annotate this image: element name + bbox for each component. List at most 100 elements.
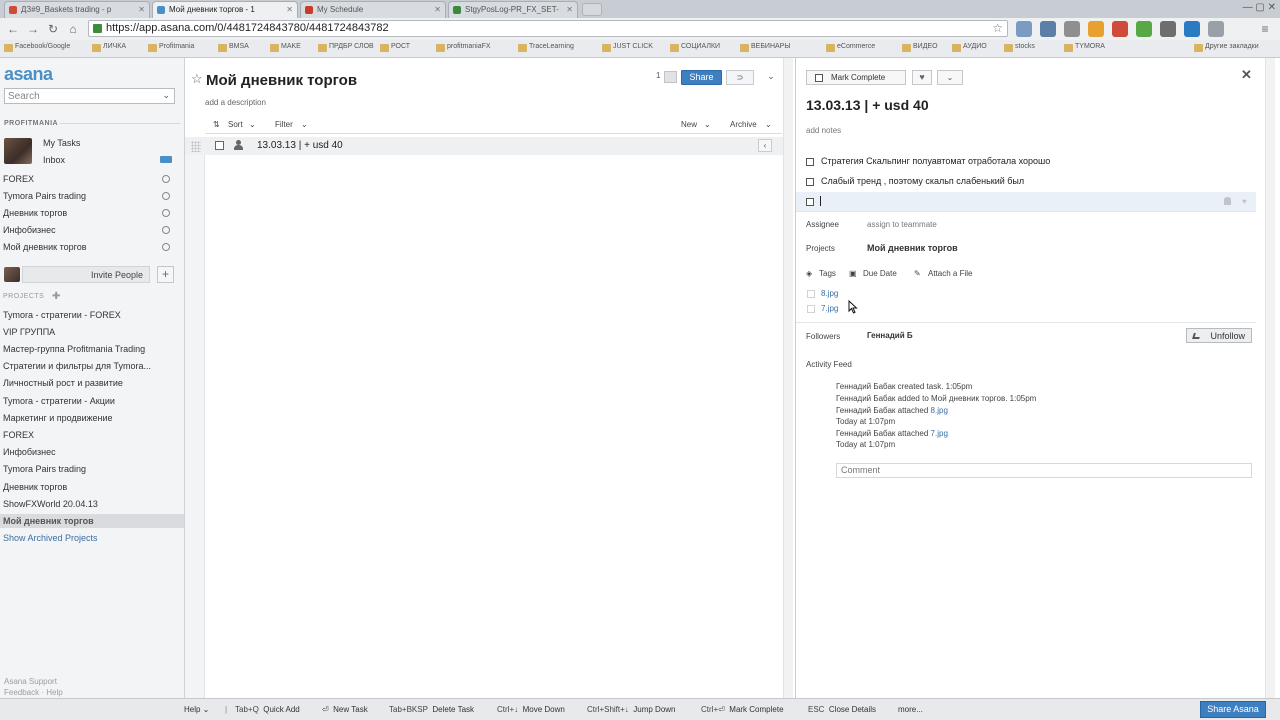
heart-icon[interactable]: ♥ <box>912 70 932 85</box>
close-icon[interactable]: ✕ <box>138 5 145 14</box>
bookmark[interactable]: РОСТ <box>380 43 410 55</box>
attachment-link[interactable]: 7.jpg <box>931 429 948 438</box>
subtask[interactable]: Слабый тренд , поэтому скальп слабенький… <box>806 173 1254 191</box>
add-notes-field[interactable]: add notes <box>806 126 841 135</box>
forward-icon[interactable]: → <box>24 21 42 37</box>
gear-icon[interactable] <box>162 175 170 183</box>
avatar[interactable] <box>4 267 20 282</box>
extension-icon[interactable] <box>1112 21 1128 37</box>
project-item[interactable]: Личностный рост и развитие <box>3 378 123 388</box>
close-icon[interactable]: ✕ <box>286 5 293 14</box>
project-item[interactable]: Tymora Pairs trading <box>3 464 86 474</box>
filter-button[interactable]: Filter <box>275 120 293 129</box>
task-title[interactable]: 13.03.13 | + usd 40 <box>806 97 929 113</box>
heart-icon[interactable]: ♥ <box>1242 197 1247 206</box>
reload-icon[interactable]: ↻ <box>44 21 62 37</box>
comment-input[interactable]: Comment <box>836 463 1252 478</box>
attachment-name[interactable]: 7.jpg <box>821 304 838 313</box>
home-icon[interactable]: ⌂ <box>64 21 82 37</box>
bookmark[interactable]: eCommerce <box>826 43 875 55</box>
tags-button[interactable]: Tags <box>819 269 836 278</box>
add-description-field[interactable]: add a description <box>205 98 266 107</box>
scrollbar[interactable] <box>1265 58 1275 698</box>
workspace-name[interactable]: PROFITMANIA <box>4 120 58 127</box>
subtask-checkbox[interactable] <box>806 178 814 186</box>
browser-tab-2[interactable]: Мой дневник торгов - 1 ✕ <box>152 1 298 18</box>
bookmark[interactable]: BMSA <box>218 43 249 55</box>
subtask-label[interactable]: Слабый тренд , поэтому скальп слабенький… <box>821 176 1024 186</box>
attachment-link[interactable]: 8.jpg <box>931 406 948 415</box>
bookmark[interactable]: stocks <box>1004 43 1035 55</box>
star-icon[interactable]: ☆ <box>992 21 1003 35</box>
due-date-button[interactable]: Due Date <box>863 269 897 278</box>
drag-handle-icon[interactable] <box>191 141 201 152</box>
project-title[interactable]: Мой дневник торгов <box>206 72 357 89</box>
new-subtask-input[interactable]: ♥ <box>796 192 1256 211</box>
asana-logo[interactable]: asana <box>4 64 53 85</box>
follower-name[interactable]: Геннадий Б <box>867 331 913 340</box>
bookmark[interactable]: ЛИЧКА <box>92 43 126 55</box>
assignee-field[interactable]: assign to teammate <box>867 220 937 229</box>
search-input[interactable]: Search ⌄ <box>4 88 175 104</box>
sidebar-item-my-tasks[interactable]: My Tasks <box>43 138 80 148</box>
project-item[interactable]: Tymora - стратегии - Акции <box>3 396 115 406</box>
project-item[interactable]: FOREX <box>3 430 34 440</box>
mark-complete-button[interactable]: Mark Complete <box>806 70 906 85</box>
assignee-icon[interactable] <box>234 140 243 150</box>
close-icon[interactable]: ✕ <box>566 5 573 14</box>
sidebar-tag-item[interactable]: Tymora Pairs trading <box>3 191 86 201</box>
new-tab-button[interactable] <box>582 3 602 16</box>
subtask-checkbox[interactable] <box>806 158 814 166</box>
star-icon[interactable]: ☆ <box>191 71 203 87</box>
support-link[interactable]: Asana Support <box>4 676 63 687</box>
bookmark[interactable]: MAKE <box>270 43 301 55</box>
project-item[interactable]: ShowFXWorld 20.04.13 <box>3 499 98 509</box>
extension-icon[interactable] <box>1184 21 1200 37</box>
share-button[interactable]: Share <box>681 70 722 85</box>
close-icon[interactable]: ✕ <box>1241 67 1252 83</box>
gear-icon[interactable] <box>162 209 170 217</box>
sidebar-tag-item[interactable]: Инфобизнес <box>3 225 56 235</box>
add-project-icon[interactable]: ✚ <box>52 291 60 302</box>
extension-icon[interactable] <box>1016 21 1032 37</box>
extension-icon[interactable] <box>1088 21 1104 37</box>
chevron-left-icon[interactable]: ‹ <box>758 139 772 152</box>
bookmark[interactable]: Profitmania <box>148 43 194 55</box>
project-item[interactable]: Дневник торгов <box>3 482 67 492</box>
scrollbar[interactable] <box>783 58 793 698</box>
chevron-down-icon[interactable]: ⌄ <box>937 70 963 85</box>
avatar[interactable] <box>4 138 32 164</box>
gear-icon[interactable] <box>162 243 170 251</box>
help-menu[interactable]: Help ⌄ <box>184 705 209 714</box>
invite-people-button[interactable]: Invite People <box>22 266 150 283</box>
close-icon[interactable]: ✕ <box>434 5 441 14</box>
task-name[interactable]: 13.03.13 | + usd 40 <box>257 140 343 151</box>
extension-icon[interactable] <box>1136 21 1152 37</box>
project-link[interactable]: Мой дневник торгов <box>867 243 958 253</box>
assignee-icon[interactable] <box>1224 197 1231 205</box>
bookmark[interactable]: JUST CLICK <box>602 43 653 55</box>
unfollow-button[interactable]: Unfollow <box>1186 328 1252 343</box>
more-shortcuts-link[interactable]: more... <box>898 705 923 714</box>
project-item[interactable]: Маркетинг и продвижение <box>3 413 113 423</box>
url-field[interactable]: https://app.asana.com/0/4481724843780/44… <box>88 20 1008 37</box>
archive-button[interactable]: Archive <box>730 120 757 129</box>
new-button[interactable]: New <box>681 120 697 129</box>
bookmark[interactable]: ВЕБИНАРЫ <box>740 43 791 55</box>
project-item[interactable]: Tymora - стратегии - FOREX <box>3 310 121 320</box>
menu-icon[interactable]: ≡ <box>1256 21 1274 37</box>
bookmark[interactable]: TraceLearning <box>518 43 574 55</box>
project-item[interactable]: VIP ГРУППА <box>3 327 55 337</box>
bookmark[interactable]: TYMORA <box>1064 43 1105 55</box>
show-archived-link[interactable]: Show Archived Projects <box>3 533 98 543</box>
bookmark[interactable]: Facebook/Google <box>4 43 70 55</box>
extension-icon[interactable] <box>1208 21 1224 37</box>
sidebar-item-inbox[interactable]: Inbox <box>43 155 65 165</box>
back-icon[interactable]: ← <box>4 21 22 37</box>
bookmark[interactable]: profitmaniaFX <box>436 43 491 55</box>
feedback-link[interactable]: Feedback · Help <box>4 687 63 698</box>
subtask-checkbox[interactable] <box>806 198 814 206</box>
attachment-name[interactable]: 8.jpg <box>821 289 838 298</box>
task-row[interactable]: 13.03.13 | + usd 40 ‹ <box>185 137 783 155</box>
project-item-selected[interactable]: Мой дневник торгов <box>3 516 94 526</box>
